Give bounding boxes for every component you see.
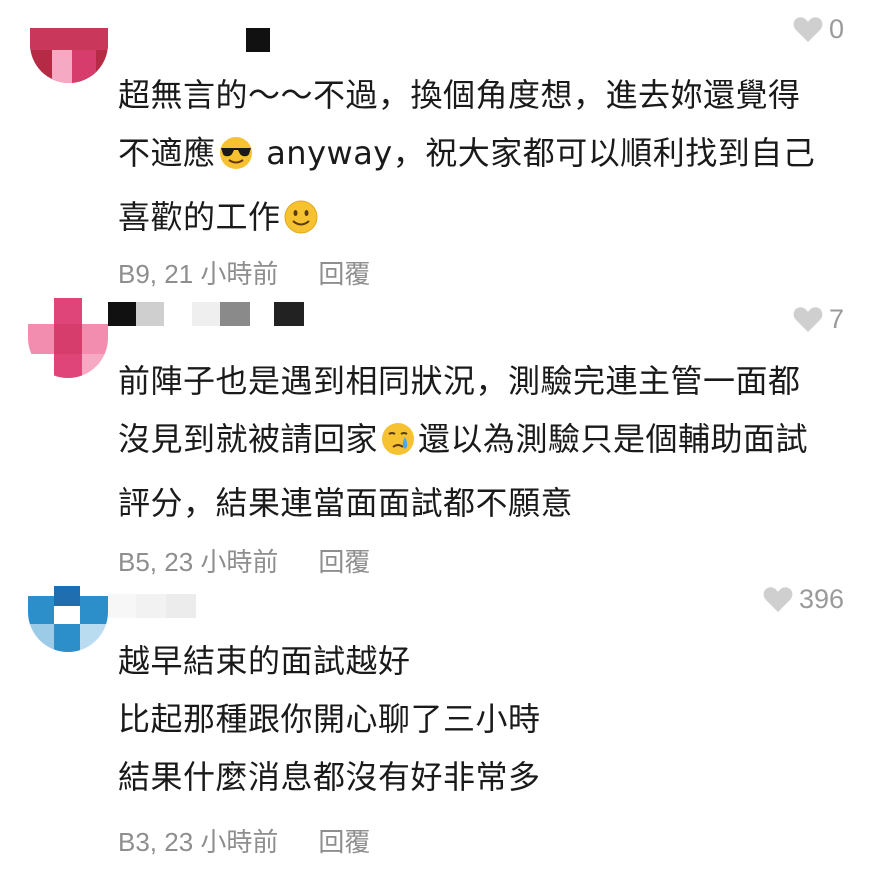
text-line: 前陣子也是遇到相同狀況，測驗完連主管一面都 (118, 362, 801, 400)
comment-meta: B5, 23 小時前 回覆 (118, 542, 370, 579)
like-button[interactable]: 0 (793, 14, 844, 45)
username-censored[interactable] (108, 302, 308, 326)
reply-button[interactable]: 回覆 (318, 254, 370, 291)
sunglasses-face-icon (218, 130, 254, 188)
like-count: 7 (828, 304, 844, 334)
avatar[interactable] (28, 298, 108, 378)
like-count: 396 (798, 584, 844, 614)
text-line: 喜歡的工作 (118, 188, 840, 252)
slightly-smiling-face-icon (283, 194, 319, 252)
comment-meta: B3, 23 小時前 回覆 (118, 822, 370, 859)
floor-timestamp: B5, 23 小時前 (118, 547, 279, 577)
heart-icon (763, 586, 793, 613)
text-line: 沒見到就被請回家 還以為測驗只是個輔助面試 (118, 410, 840, 474)
text-line: 結果什麼消息都沒有好非常多 (118, 758, 541, 796)
comment-text: 前陣子也是遇到相同狀況，測驗完連主管一面都 沒見到就被請回家 還以為測驗只是個輔助… (118, 352, 840, 532)
reply-button[interactable]: 回覆 (318, 542, 370, 579)
comment-meta: B9, 21 小時前 回覆 (118, 254, 370, 291)
text-line: 超無言的～～不過，換個角度想，進去妳還覺得 (118, 76, 801, 114)
floor-timestamp: B9, 21 小時前 (118, 259, 279, 289)
username-censored[interactable] (246, 28, 276, 52)
username-censored[interactable] (108, 594, 198, 618)
text-line: 越早結束的面試越好 (118, 642, 411, 680)
text-line: 比起那種跟你開心聊了三小時 (118, 700, 541, 738)
like-button[interactable]: 396 (763, 584, 844, 615)
avatar[interactable] (30, 28, 108, 83)
heart-icon (793, 306, 823, 333)
like-button[interactable]: 7 (793, 304, 844, 335)
text-line: 評分，結果連當面面試都不願意 (118, 484, 574, 522)
comment-text: 超無言的～～不過，換個角度想，進去妳還覺得 不適應 anyway，祝大家都可以順… (118, 66, 840, 252)
avatar[interactable] (28, 586, 108, 652)
crying-face-icon (380, 416, 416, 474)
like-count: 0 (828, 14, 844, 44)
reply-button[interactable]: 回覆 (318, 822, 370, 859)
heart-icon (793, 16, 823, 43)
text-line: 不適應 anyway，祝大家都可以順利找到自己 (118, 124, 840, 188)
comment-text: 越早結束的面試越好 比起那種跟你開心聊了三小時 結果什麼消息都沒有好非常多 (118, 632, 840, 806)
floor-timestamp: B3, 23 小時前 (118, 827, 279, 857)
